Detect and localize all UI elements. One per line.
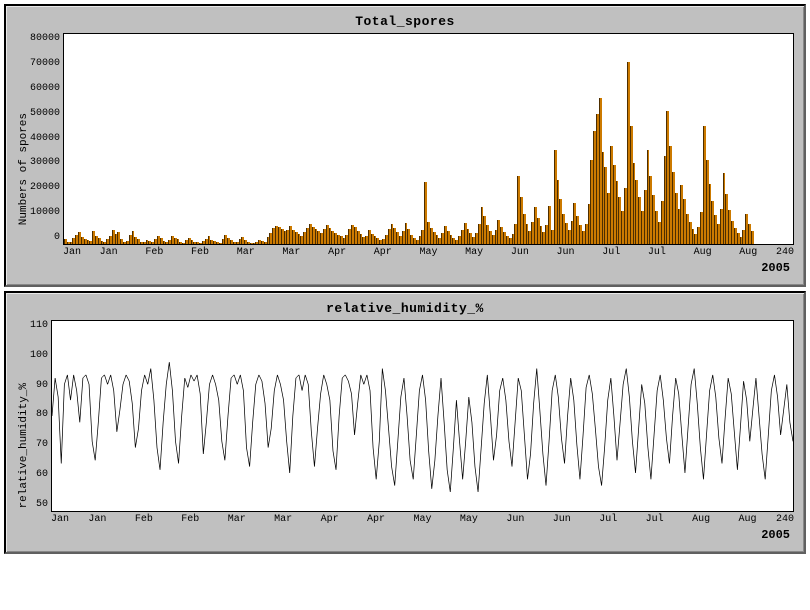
xtick-label: Feb: [135, 514, 153, 525]
xtick-label: Jun: [511, 247, 529, 258]
humidity-plot-wrap: relative_humidity_% 110 100 90 80 70 60 50 Jan…: [16, 320, 794, 542]
humidity-line: [52, 321, 793, 511]
humidity-plot-area: [51, 320, 794, 512]
humidity-title: relative_humidity_%: [16, 301, 794, 316]
xtick-label: Jan: [51, 514, 69, 525]
spores-plot-wrap: Numbers of spores 80000 70000 60000 50000 40…: [16, 33, 794, 275]
ytick-label: 90: [36, 380, 48, 391]
ytick-label: 30000: [30, 157, 60, 168]
xtick-label: Apr: [367, 514, 385, 525]
ytick-label: 10000: [30, 207, 60, 218]
xtick-label: Feb: [181, 514, 199, 525]
xtick-label: Feb: [191, 247, 209, 258]
xtick-label: May: [460, 514, 478, 525]
ytick-label: 80000: [30, 33, 60, 44]
xtick-label: Jul: [599, 514, 617, 525]
xtick-label: Feb: [145, 247, 163, 258]
xtick-label: Apr: [328, 247, 346, 258]
xtick-label: Mar: [274, 514, 292, 525]
xtick-label: Apr: [374, 247, 392, 258]
humidity-yticks: 110 100 90 80 70 60 50: [30, 320, 51, 510]
xtick-label: Jun: [557, 247, 575, 258]
humidity-year-label: 2005: [51, 528, 794, 542]
ytick-label: 0: [54, 232, 60, 243]
xtick-label: 240: [776, 514, 794, 525]
ytick-label: 100: [30, 350, 48, 361]
spore-bar: [751, 231, 754, 244]
xtick-label: Aug: [739, 247, 757, 258]
ytick-label: 70: [36, 439, 48, 450]
ytick-label: 50: [36, 499, 48, 510]
ytick-label: 40000: [30, 133, 60, 144]
xtick-label: Aug: [692, 514, 710, 525]
ytick-label: 20000: [30, 182, 60, 193]
spores-title: Total_spores: [16, 14, 794, 29]
xtick-label: Jan: [100, 247, 118, 258]
ytick-label: 70000: [30, 58, 60, 69]
xtick-label: Jun: [506, 514, 524, 525]
xtick-label: Jul: [646, 514, 664, 525]
xtick-label: Aug: [739, 514, 757, 525]
xtick-label: May: [419, 247, 437, 258]
xtick-label: May: [465, 247, 483, 258]
ytick-label: 60: [36, 469, 48, 480]
xtick-label: Jan: [88, 514, 106, 525]
spores-panel: Total_spores Numbers of spores 80000 7000…: [4, 4, 806, 287]
ytick-label: 60000: [30, 83, 60, 94]
xtick-label: Aug: [694, 247, 712, 258]
xtick-label: Mar: [228, 514, 246, 525]
xtick-label: Mar: [282, 247, 300, 258]
ytick-label: 50000: [30, 108, 60, 119]
humidity-panel: relative_humidity_% relative_humidity_% …: [4, 291, 806, 554]
spores-year-label: 2005: [63, 261, 794, 275]
xtick-label: Jun: [553, 514, 571, 525]
spores-ylabel: Numbers of spores: [16, 83, 30, 225]
ytick-label: 80: [36, 409, 48, 420]
spores-yticks: 80000 70000 60000 50000 40000 30000 20000 10000…: [30, 33, 63, 243]
xtick-label: Mar: [237, 247, 255, 258]
spores-xticks: Jan Jan Feb Feb Mar Mar Apr Apr May May Jun Jun Jul J…: [63, 247, 794, 261]
xtick-label: Jul: [648, 247, 666, 258]
humidity-ylabel: relative_humidity_%: [16, 353, 30, 508]
xtick-label: May: [413, 514, 431, 525]
spores-plot-area: [63, 33, 794, 245]
xtick-label: 240: [776, 247, 794, 258]
humidity-xticks: Jan Jan Feb Feb Mar Mar Apr Apr May May Jun Jun Jul J…: [51, 514, 794, 528]
xtick-label: Jul: [602, 247, 620, 258]
xtick-label: Jan: [63, 247, 81, 258]
xtick-label: Apr: [321, 514, 339, 525]
ytick-label: 110: [30, 320, 48, 331]
